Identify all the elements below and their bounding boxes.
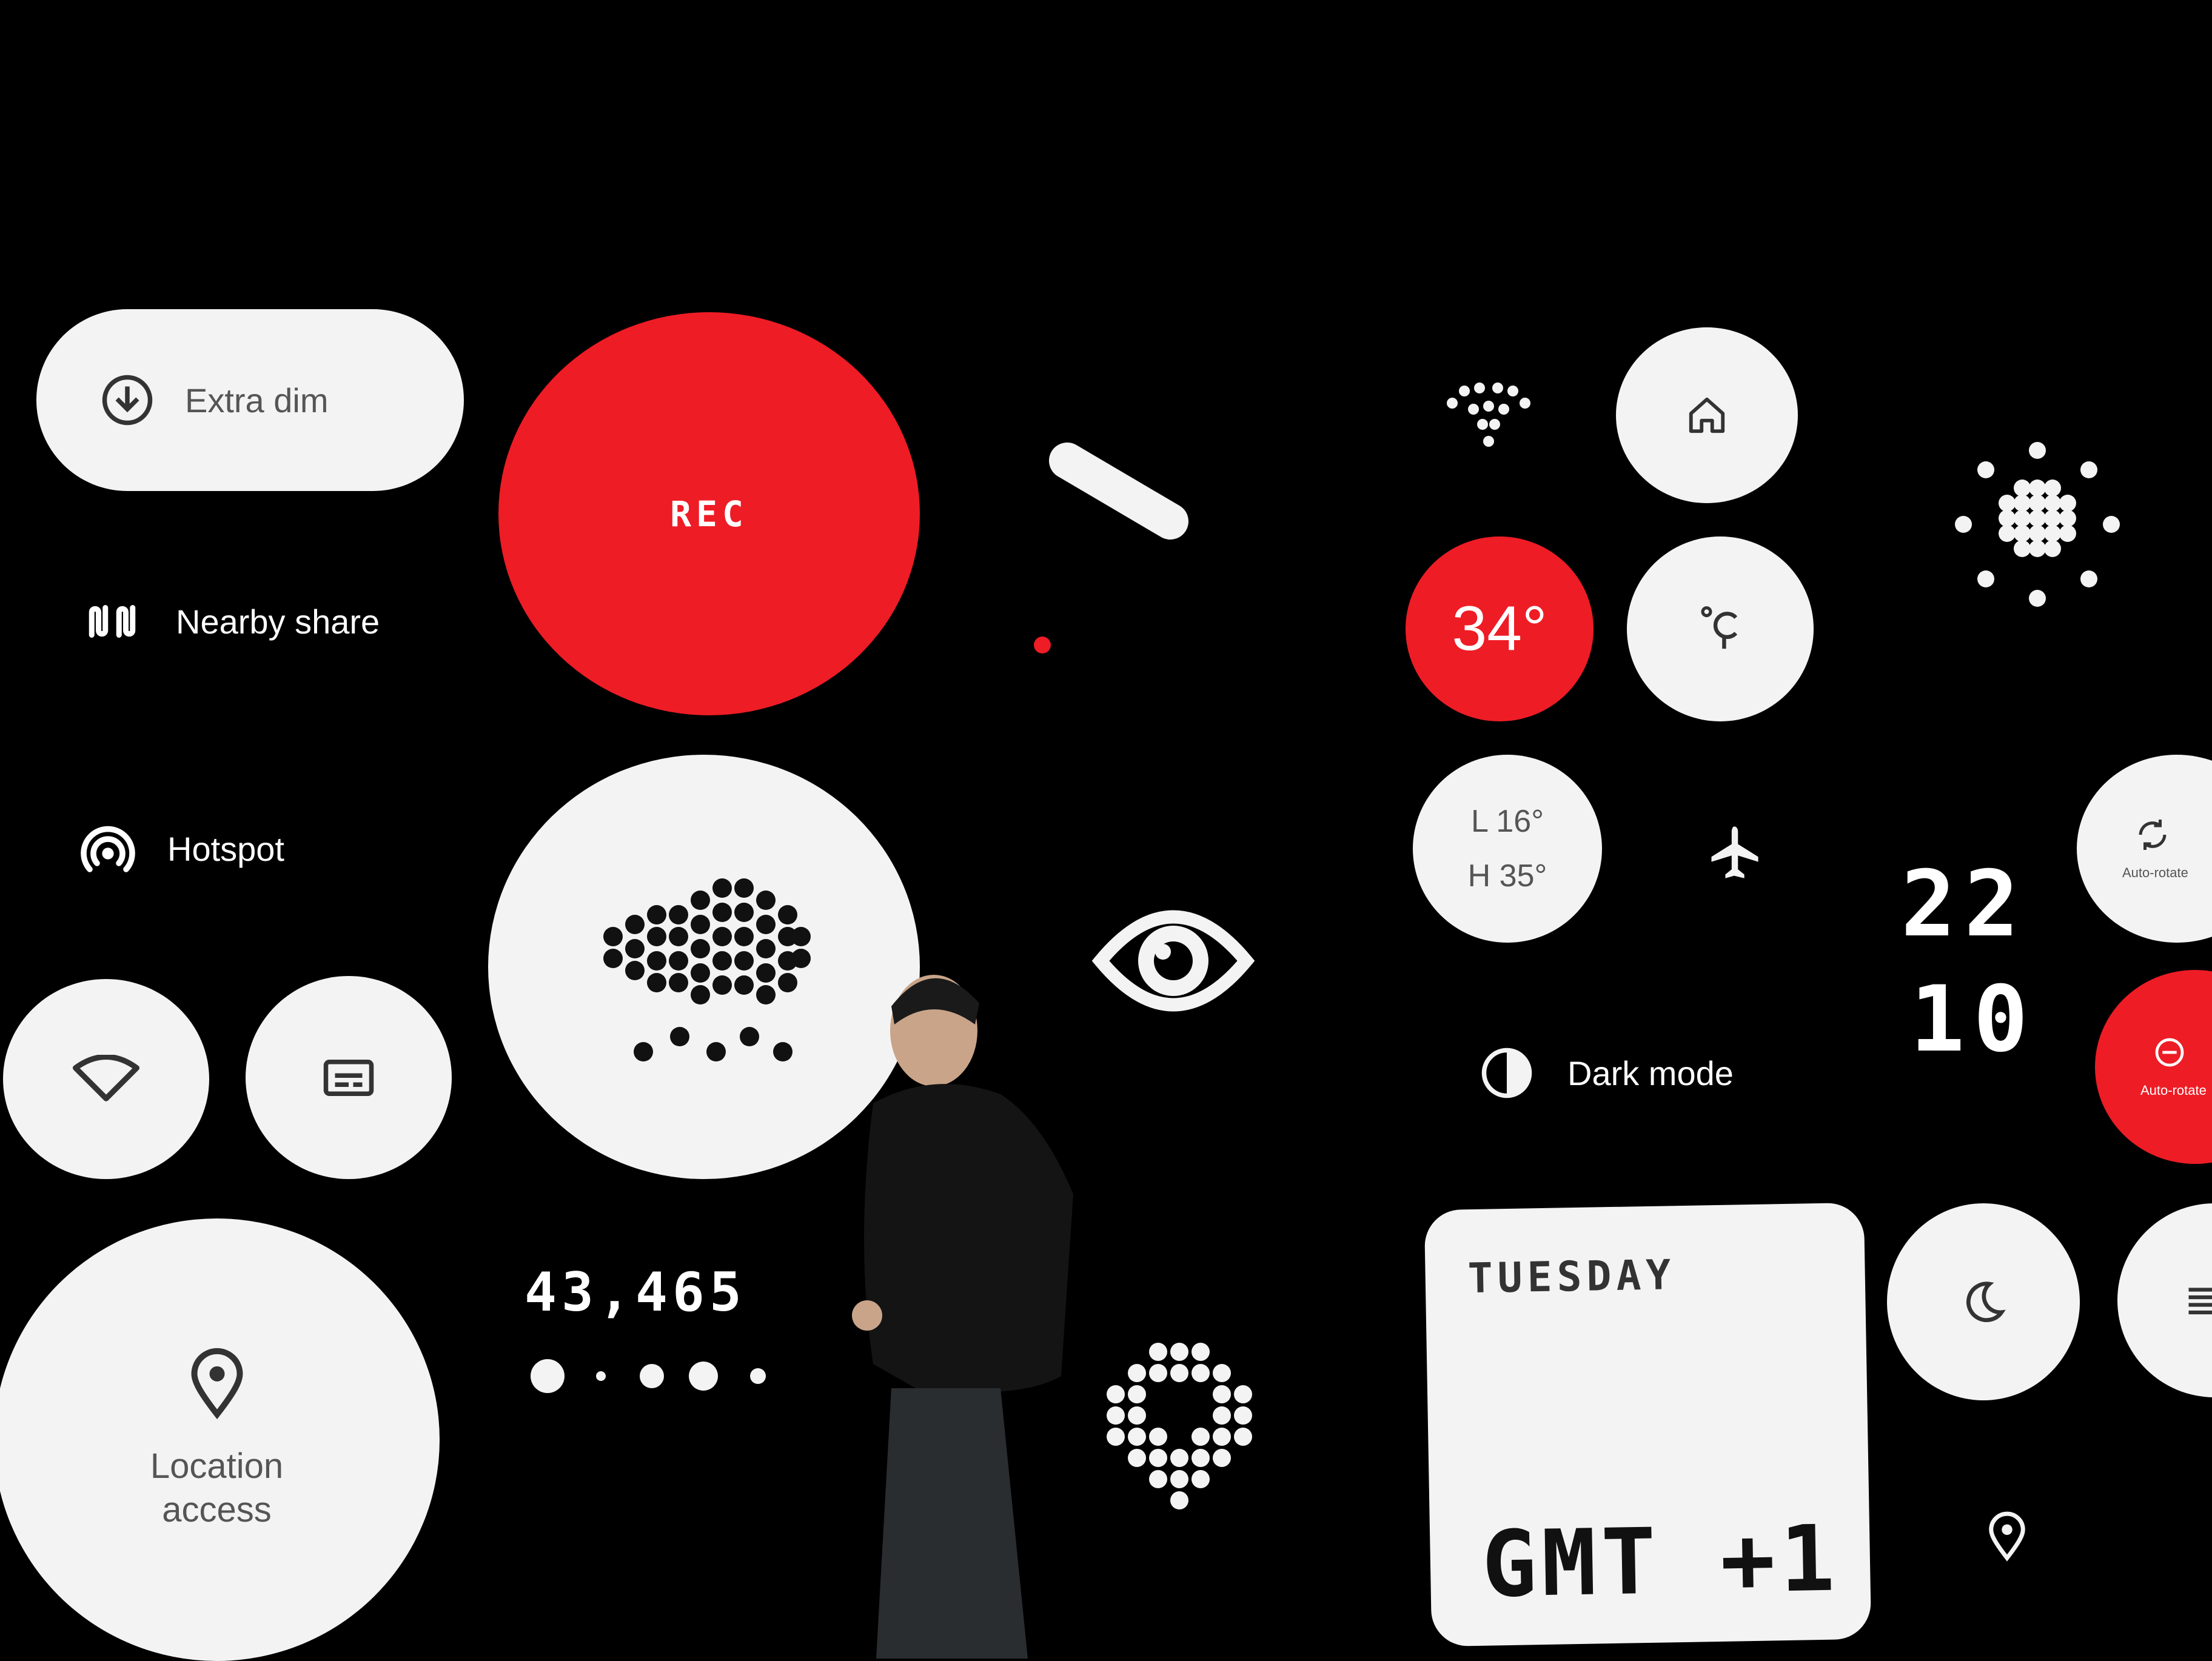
- location-small-tile[interactable]: [1980, 1503, 2034, 1570]
- caption-tile[interactable]: [246, 976, 452, 1179]
- record-indicator-dot: [1034, 637, 1051, 653]
- extra-dim-label: Extra dim: [185, 381, 329, 419]
- nearby-share-tile[interactable]: Nearby share: [85, 591, 380, 652]
- location-access-tile[interactable]: Location access: [0, 1218, 440, 1661]
- dark-mode-tile[interactable]: Dark mode: [1480, 1043, 1734, 1103]
- auto-rotate-icon: [2139, 820, 2167, 850]
- hotspot-icon: [79, 820, 137, 878]
- auto-rotate-red-label: Auto-rotate: [2140, 1083, 2207, 1098]
- dark-mode-icon: [1480, 1046, 1534, 1100]
- airplane-tile[interactable]: [1698, 815, 1771, 888]
- auto-rotate-tile[interactable]: Auto-rotate: [2077, 755, 2212, 943]
- nearby-share-label: Nearby share: [176, 602, 380, 641]
- eye-tile[interactable]: [1091, 900, 1255, 1021]
- timezone-card[interactable]: TUESDAY GMT +1: [1424, 1202, 1872, 1647]
- step-counter: 43,465: [525, 1261, 746, 1323]
- pin-dot-icon: [1107, 1343, 1252, 1509]
- timezone-label: GMT +1: [1481, 1506, 1841, 1618]
- presenter-silhouette: [852, 975, 1073, 1659]
- auto-rotate-red-tile[interactable]: Auto-rotate: [2095, 970, 2212, 1164]
- auto-rotate-label: Auto-rotate: [2122, 865, 2188, 880]
- hotspot-label: Hotspot: [167, 829, 284, 868]
- moon-icon: [1966, 1281, 2006, 1322]
- home-icon: [1689, 397, 1725, 433]
- caption-icon: [321, 1057, 376, 1099]
- location-access-label: Location access: [150, 1446, 284, 1529]
- wifi-icon: [73, 1055, 139, 1103]
- hotspot-tile[interactable]: Hotspot: [79, 815, 284, 882]
- list-tile[interactable]: [2117, 1203, 2212, 1397]
- location-small-icon: [1989, 1511, 2025, 1562]
- location-pin-icon: [187, 1348, 247, 1420]
- airplane-icon: [1711, 826, 1758, 878]
- list-icon: [2188, 1288, 2212, 1315]
- bedtime-tile[interactable]: [1887, 1203, 2080, 1400]
- home-tile[interactable]: [1616, 327, 1798, 503]
- clock-minutes: 10: [1910, 967, 2037, 1072]
- temperature-tile[interactable]: 34°: [1406, 536, 1594, 721]
- dnd-icon: [2155, 1038, 2184, 1067]
- temperature-value: 34°: [1452, 593, 1547, 664]
- page-dots: [531, 1359, 766, 1393]
- celsius-icon: [1701, 606, 1738, 649]
- extra-dim-tile[interactable]: Extra dim: [36, 309, 464, 491]
- temp-low: L 16°: [1470, 804, 1544, 839]
- wifi-dot-icon: [1447, 383, 1530, 447]
- temp-range-tile[interactable]: L 16° H 35°: [1413, 755, 1602, 943]
- clock-hours: 22: [1901, 852, 2028, 957]
- rec-label: REC: [670, 493, 748, 535]
- wifi-tile[interactable]: [3, 979, 209, 1179]
- eye-icon: [1091, 910, 1255, 1012]
- rec-button[interactable]: REC: [498, 312, 920, 715]
- nearby-share-icon: [85, 597, 139, 646]
- temp-high: H 35°: [1467, 858, 1547, 894]
- download-circle-icon: [100, 373, 155, 427]
- rain-cloud-icon: [603, 878, 811, 1061]
- slider-handle-icon: [1049, 443, 1188, 540]
- celsius-tile[interactable]: [1627, 536, 1814, 721]
- dark-mode-label: Dark mode: [1567, 1054, 1734, 1092]
- day-label: TUESDAY: [1467, 1251, 1676, 1303]
- sun-dot-icon: [1955, 442, 2120, 607]
